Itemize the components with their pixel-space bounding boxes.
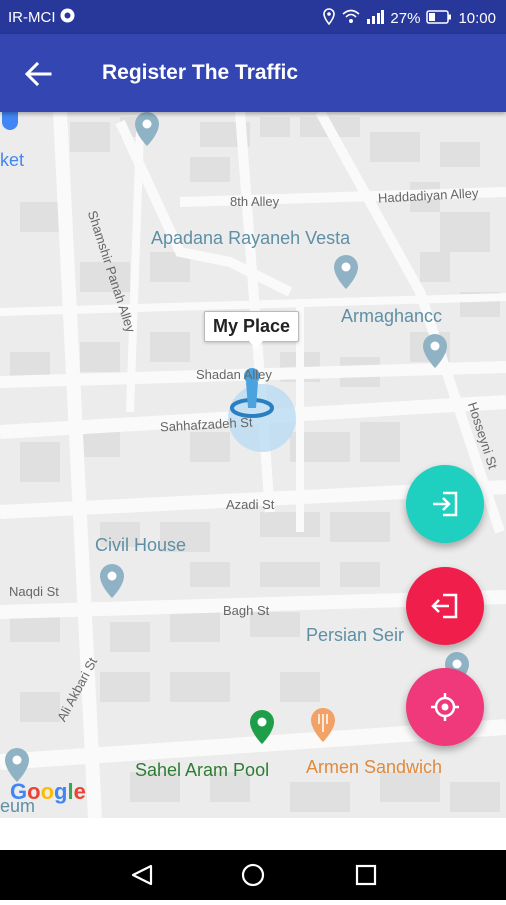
- status-bar: IR-MCI 27% 10:00: [0, 0, 506, 34]
- crosshair-icon: [431, 693, 459, 721]
- poi-armen-sandwich[interactable]: Armen Sandwich: [306, 757, 442, 778]
- my-place-callout[interactable]: My Place: [204, 311, 300, 349]
- street-8th-alley: 8th Alley: [230, 194, 280, 209]
- triangle-back-icon[interactable]: [131, 864, 153, 886]
- map-pin-icon: [334, 255, 358, 289]
- enter-button[interactable]: [406, 465, 484, 543]
- shop-pin-icon: [2, 112, 18, 130]
- map-pin-icon: [100, 564, 124, 598]
- back-button[interactable]: [22, 58, 54, 90]
- carrier-label: IR-MCI: [8, 9, 56, 26]
- poi-armaghanc[interactable]: Armaghancc: [341, 306, 442, 327]
- poi-civil-house[interactable]: Civil House: [95, 535, 186, 556]
- google-logo[interactable]: Google: [10, 779, 86, 805]
- arrow-left-icon: [24, 61, 52, 87]
- street-azadi: Azadi St: [226, 497, 275, 512]
- wifi-icon: [342, 9, 360, 28]
- street-naqdi: Naqdi St: [9, 584, 59, 599]
- poi-ket[interactable]: ket: [0, 150, 24, 171]
- circle-home-icon[interactable]: [241, 863, 265, 887]
- map-pin-icon: [5, 748, 29, 782]
- locate-button[interactable]: [406, 668, 484, 746]
- poi-persian-seir[interactable]: Persian Seir: [306, 625, 404, 646]
- app-bar: Register The Traffic: [0, 34, 506, 112]
- navigation-bar: [0, 850, 506, 900]
- street-bagh: Bagh St: [223, 603, 270, 618]
- location-icon: [322, 8, 336, 29]
- square-recents-icon[interactable]: [355, 864, 377, 886]
- logout-icon: [431, 593, 458, 619]
- exit-button[interactable]: [406, 567, 484, 645]
- poi-sahel-aram-pool[interactable]: Sahel Aram Pool: [135, 760, 269, 781]
- street-shadan: Shadan Alley: [196, 367, 272, 382]
- signal-icon: [366, 9, 385, 28]
- battery-icon: [426, 9, 452, 28]
- poi-apadana[interactable]: Apadana Rayaneh Vesta: [151, 228, 350, 249]
- login-icon: [433, 491, 458, 517]
- page-title: Register The Traffic: [102, 61, 299, 84]
- bottom-spacer: [0, 818, 506, 850]
- battery-percent: 27%: [390, 10, 421, 27]
- clock: 10:00: [458, 10, 496, 27]
- carrier-badge-icon: [60, 8, 75, 27]
